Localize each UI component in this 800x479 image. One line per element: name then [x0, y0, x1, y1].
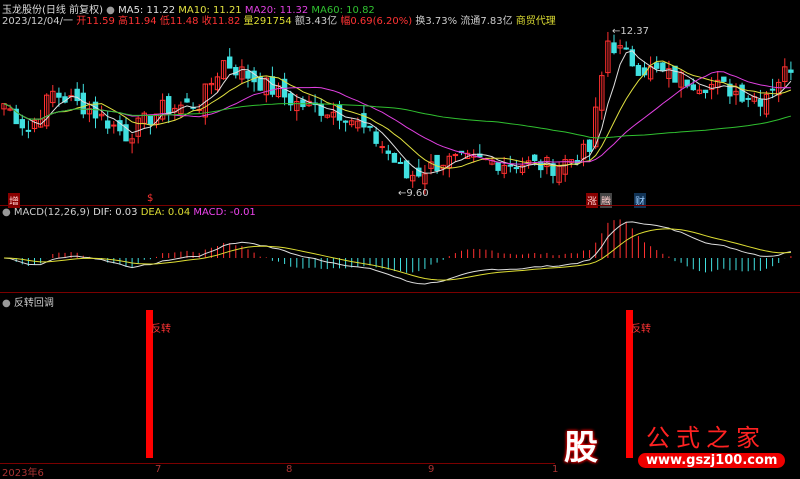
- watermark-url: www.gszj100.com: [638, 453, 786, 468]
- candle[interactable]: [269, 76, 276, 95]
- candle[interactable]: [745, 97, 751, 100]
- high-annotation: ←12.37: [612, 26, 650, 37]
- settings-icon[interactable]: ●: [2, 298, 11, 309]
- candle[interactable]: [379, 146, 385, 149]
- macd-title-row: ● MACD(12,26,9) DIF: 0.03 DEA: 0.04 MACD…: [2, 207, 256, 218]
- close: 收11.82: [201, 16, 241, 27]
- candle[interactable]: [147, 115, 154, 125]
- candle[interactable]: [721, 76, 727, 82]
- candle[interactable]: [635, 64, 642, 76]
- low: 低11.48: [159, 16, 199, 27]
- watermark-logo: 股: [564, 428, 598, 468]
- candle[interactable]: [586, 139, 593, 152]
- high-value: 12.37: [620, 26, 650, 37]
- dif-line: [3, 221, 791, 285]
- candle[interactable]: [111, 124, 117, 127]
- turnover: 换3.73%: [415, 16, 458, 27]
- candle[interactable]: [391, 152, 398, 163]
- quote-row: 2023/12/04/一 开11.59 高11.94 低11.48 收11.82…: [2, 12, 556, 27]
- candle[interactable]: [739, 84, 745, 102]
- candle[interactable]: [397, 161, 404, 164]
- candle[interactable]: [690, 84, 696, 91]
- candle[interactable]: [80, 92, 86, 115]
- sector[interactable]: 商贸代理: [516, 16, 556, 27]
- candle[interactable]: [452, 154, 459, 157]
- volume: 量291754: [243, 16, 292, 27]
- x-label: 7: [155, 464, 162, 475]
- candle[interactable]: [105, 120, 111, 129]
- macd-dif: DIF: 0.03: [93, 207, 138, 218]
- x-label: 1: [552, 464, 559, 475]
- candle[interactable]: [385, 150, 392, 154]
- indicator-title-row: ● 反转回调: [2, 294, 54, 309]
- candle[interactable]: [227, 56, 233, 69]
- candle[interactable]: [245, 70, 251, 79]
- x-label: 2023年6: [2, 468, 44, 479]
- candle[interactable]: [434, 154, 440, 172]
- candle[interactable]: [769, 88, 776, 91]
- low-annotation: ←9.60: [398, 188, 429, 199]
- dea-line: [3, 228, 791, 281]
- candle[interactable]: [788, 69, 794, 73]
- candle[interactable]: [507, 164, 514, 167]
- watermark-name: 公式之家: [646, 424, 766, 452]
- candle[interactable]: [654, 62, 660, 69]
- candle[interactable]: [288, 93, 294, 106]
- settings-icon[interactable]: ●: [2, 207, 11, 218]
- signal-label: 反转: [631, 324, 651, 335]
- x-label: 8: [286, 464, 293, 475]
- candle[interactable]: [672, 65, 678, 83]
- candle[interactable]: [532, 154, 538, 161]
- candle[interactable]: [342, 120, 349, 123]
- candle[interactable]: [19, 119, 26, 129]
- macd-value: MACD: -0.01: [193, 207, 256, 218]
- open: 开11.59: [76, 16, 115, 27]
- signal-label: 反转: [151, 324, 171, 335]
- candle[interactable]: [702, 89, 709, 94]
- candle[interactable]: [513, 167, 520, 170]
- amount: 额3.43亿: [294, 16, 338, 27]
- panel-divider: [0, 292, 800, 293]
- candle[interactable]: [25, 129, 32, 132]
- candle[interactable]: [403, 160, 410, 179]
- macd-dea: DEA: 0.04: [140, 207, 191, 218]
- candle[interactable]: [538, 161, 544, 171]
- candle[interactable]: [166, 96, 172, 115]
- candle[interactable]: [56, 92, 62, 98]
- indicator-title: 反转回调: [13, 298, 54, 309]
- macd-title: MACD(12,26,9): [13, 207, 90, 218]
- candle[interactable]: [757, 99, 764, 107]
- date: 2023/12/04/一: [2, 16, 74, 27]
- low-value: 9.60: [406, 188, 429, 199]
- event-mark-dollar[interactable]: $: [146, 193, 154, 204]
- float-cap: 流通7.83亿: [460, 16, 513, 27]
- candle[interactable]: [623, 47, 629, 50]
- x-axis-line: [0, 463, 555, 464]
- candle[interactable]: [495, 162, 501, 171]
- panel-divider: [0, 205, 800, 206]
- change: 幅0.69(6.20%): [340, 16, 413, 27]
- x-label: 9: [428, 464, 435, 475]
- kline-chart: [1, 31, 794, 458]
- candle[interactable]: [611, 42, 617, 54]
- candle[interactable]: [367, 125, 373, 128]
- candle[interactable]: [660, 62, 666, 72]
- high: 高11.94: [118, 16, 157, 27]
- candle[interactable]: [184, 98, 190, 103]
- candle[interactable]: [373, 131, 379, 144]
